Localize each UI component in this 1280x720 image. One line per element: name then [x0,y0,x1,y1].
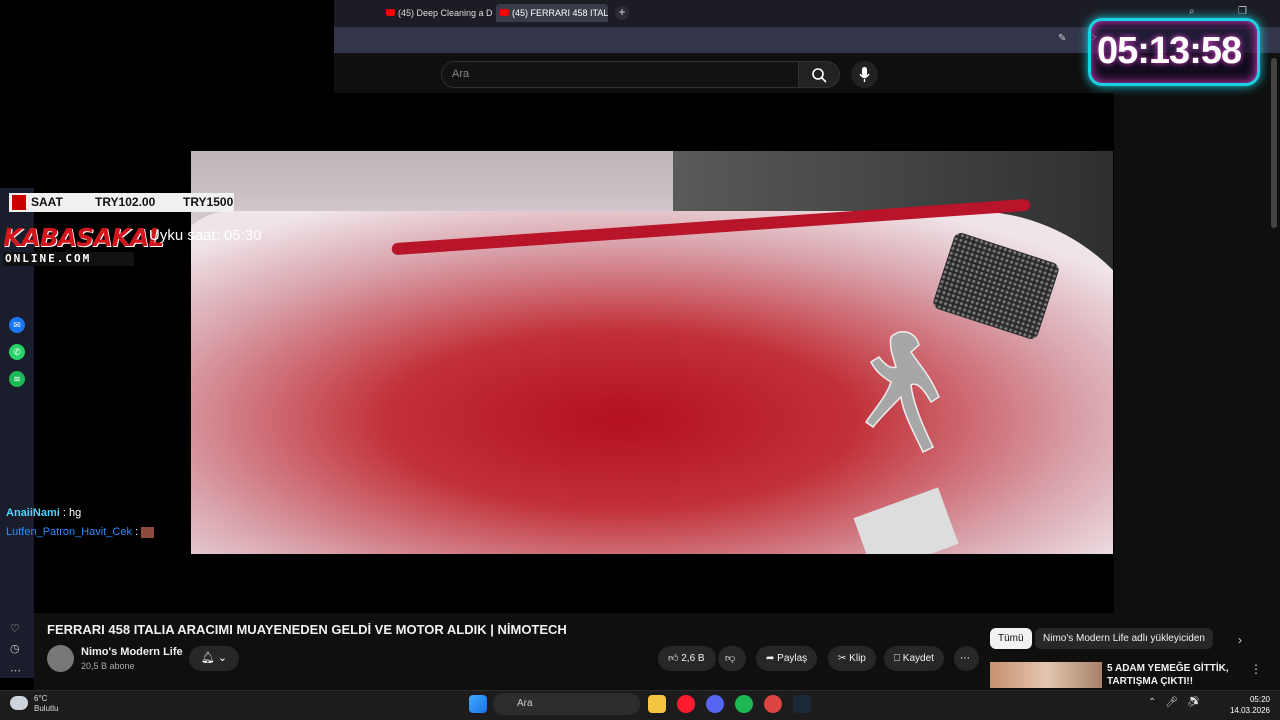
youtube-icon [386,9,395,16]
notification-button[interactable]: 🔔︎ ⌄ [189,646,239,671]
whatsapp-icon[interactable]: ✆ [9,344,25,360]
like-count: 2,6 B [681,653,705,664]
more-actions-button[interactable]: ⋯ [954,646,979,671]
chat-text: hg [68,507,82,519]
brand-main: KABASAKAL [3,223,164,252]
right-sidebar [1114,93,1280,613]
share-label: Paylaş [777,653,808,664]
bell-icon[interactable]: ♡ [10,622,20,635]
subscriber-count: 20,5 B abone [81,661,135,671]
stream-timer: 05:13:58 [1097,30,1242,72]
chip-all[interactable]: Tümü [990,628,1032,649]
ticker-item: TRY1500 [183,195,234,209]
dislike-button[interactable]: 👎︎ [718,646,746,671]
brand-logo: KABASAKAL ONLINE.COM [3,223,164,268]
recommendation-thumbnail[interactable] [990,662,1102,688]
bell-icon: 🔔︎ ⌄ [200,652,228,664]
cloud-icon [10,696,28,710]
page-scrollbar[interactable] [1271,58,1277,228]
steam-icon[interactable] [793,695,811,713]
brand-sub: ONLINE.COM [3,252,134,266]
like-button[interactable]: 👍︎ 2,6 B [658,646,716,671]
new-tab-button[interactable]: + [615,6,629,20]
clock-time: 05:20 [1249,695,1270,704]
clip-button[interactable]: ✂ Klip [828,646,876,671]
taskbar-clock[interactable]: 05:20 14.03.2026 [1226,694,1270,716]
ticker-item: SAAT [31,195,63,209]
share-button[interactable]: ➦ Paylaş [756,646,818,671]
chat-message: AnaiiNami : hg [6,507,81,519]
taskbar-search[interactable]: Ara [493,693,640,715]
ferrari-horse-icon [864,330,940,454]
bookmark-icon: ⎕ [894,653,903,664]
emote-icon [141,526,155,538]
search-icon [812,68,827,83]
messenger-icon[interactable]: ✉ [9,317,25,333]
taskbar-search-label: Ara [517,698,533,709]
windows-taskbar [0,690,1280,720]
history-icon[interactable]: ◷ [10,642,20,655]
chevron-right-icon[interactable]: › [1238,633,1242,647]
channel-avatar[interactable] [47,645,74,672]
channel-name[interactable]: Nimo's Modern Life [81,646,183,658]
discord-icon[interactable] [706,695,724,713]
start-icon[interactable] [469,695,487,713]
spotify-icon[interactable]: ≋ [9,371,25,387]
chat-message: Lutfen_Patron_Havit_Cek : [6,526,155,538]
thumbs-down-icon: 👎︎ [725,653,736,664]
recommendation-menu-icon[interactable]: ⋮ [1250,662,1262,676]
tab-ferrari[interactable]: (45) FERRARI 458 ITALIA A [496,4,608,22]
weather-temp: 6°C [34,694,48,703]
sleep-time-text: Uyku saat: 05:30 [149,227,262,244]
clip-label: Klip [849,653,866,664]
price-ticker: SAAT TRY102.00 TRY1500 [9,193,234,212]
share-icon: ➦ [766,653,778,664]
spotify-taskbar-icon[interactable] [735,695,753,713]
clock-date: 14.03.2026 [1229,706,1270,715]
system-tray[interactable]: ⌃🎤︎🔊︎ [1148,697,1209,708]
video-player[interactable] [191,151,1113,554]
thumbs-up-icon: 👍︎ [668,653,682,664]
search-button[interactable] [798,61,840,88]
flag-icon [12,195,26,210]
microphone-icon [859,67,870,82]
opera-icon[interactable] [677,695,695,713]
search-input[interactable]: Ara [441,61,799,88]
youtube-icon [500,9,509,16]
save-label: Kaydet [902,653,934,664]
chat-user: AnaiiNami [6,507,60,519]
ticker-item: TRY102.00 [95,195,156,209]
chip-uploader[interactable]: Nimo's Modern Life adlı yükleyiciden [1035,628,1213,649]
save-button[interactable]: ⎕ Kaydet [884,646,944,671]
file-explorer-icon[interactable] [648,695,666,713]
tab-label: (45) FERRARI 458 ITALIA A [512,8,608,18]
scissors-icon: ✂ [838,653,850,664]
more-icon[interactable]: ⋯ [10,664,21,677]
chat-user: Lutfen_Patron_Havit_Cek [6,526,132,538]
search-tabs-icon[interactable]: ⌕ [1189,6,1195,17]
app-icon[interactable] [764,695,782,713]
more-icon: ⋯ [960,653,970,664]
voice-search-button[interactable] [851,61,878,88]
tab-deep-cleaning[interactable]: (45) Deep Cleaning a DIRT [382,4,492,22]
tab-label: (45) Deep Cleaning a DIRT [398,8,492,18]
video-title: FERRARI 458 ITALIA ARACIMI MUAYENEDEN GE… [47,622,567,637]
weather-desc: Bulutlu [34,704,59,713]
restore-window-icon[interactable]: ❐ [1238,6,1247,17]
